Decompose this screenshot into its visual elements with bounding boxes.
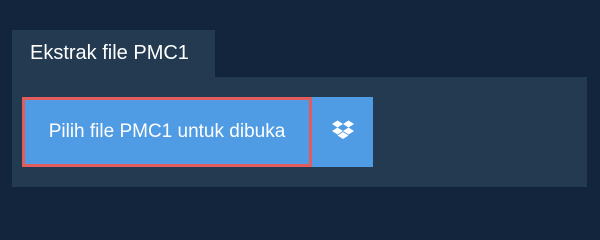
tab-extract-pmc1[interactable]: Ekstrak file PMC1 — [12, 30, 215, 77]
tab-label: Ekstrak file PMC1 — [30, 42, 189, 64]
pick-file-button[interactable]: Pilih file PMC1 untuk dibuka — [22, 97, 312, 167]
dropbox-icon — [331, 120, 354, 145]
pick-file-label: Pilih file PMC1 untuk dibuka — [48, 121, 286, 142]
dropbox-button[interactable] — [312, 97, 373, 167]
